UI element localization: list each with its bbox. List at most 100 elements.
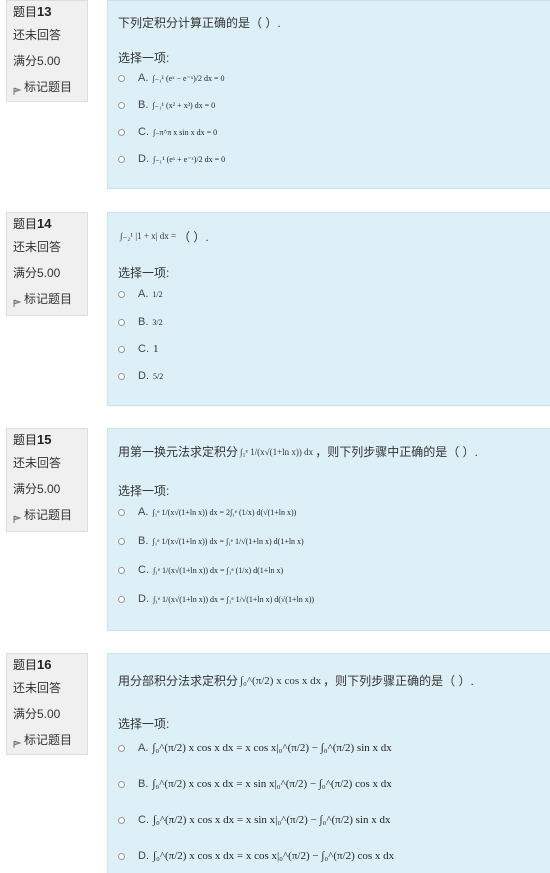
radio-button[interactable] [118,345,125,353]
option-b[interactable]: B. ∫₋₁¹ (x² + x³) dx = 0 [118,99,215,111]
option-formula: ∫₀^(π/2) x cos x dx = x cos x|₀^(π/2) − … [153,850,395,862]
question-text: 用分部积分法求定积分 ∫₀^(π/2) x cos x dx ，则下列步骤正确的… [118,672,474,689]
question-number: 题目13 [13,4,52,20]
option-a[interactable]: A. 1/2 [118,288,163,300]
radio-button[interactable] [118,290,125,298]
question-text-tail: ，则下列步骤正确的是（ ）. [323,674,474,688]
question-content: 下列定积分计算正确的是（ ）. 选择一项: A. ∫₋₁¹ (eˣ − e⁻ˣ)/… [107,0,550,189]
option-c[interactable]: C. ∫₀^(π/2) x cos x dx = x sin x|₀^(π/2) … [118,814,391,826]
question-text-head: 用分部积分法求定积分 [118,674,239,688]
option-formula: ∫₀^(π/2) x cos x dx = x cos x|₀^(π/2) − … [152,742,392,754]
flag-icon [13,87,22,95]
flag-question-link[interactable]: 标记题目 [13,733,81,748]
question-content: 用分部积分法求定积分 ∫₀^(π/2) x cos x dx ，则下列步骤正确的… [107,653,550,873]
option-b[interactable]: B. ∫₀^(π/2) x cos x dx = x sin x|₀^(π/2) … [118,778,392,790]
radio-button[interactable] [118,74,125,82]
option-label: B. [138,316,149,328]
flag-label: 标记题目 [24,733,73,747]
radio-button[interactable] [118,595,125,603]
option-d[interactable]: D. 5/2 [118,370,163,382]
option-formula: 1/2 [152,289,163,299]
option-formula: 1 [153,343,159,355]
option-label: A. [138,288,149,300]
answer-prompt: 选择一项: [118,266,170,280]
radio-button[interactable] [118,155,125,163]
question-text-tail: （ ）. [178,230,209,244]
flag-question-link[interactable]: 标记题目 [13,508,81,523]
option-formula: ∫₋₁¹ (eˣ + e⁻ˣ)/2 dx = 0 [153,154,226,164]
option-formula: ∫₁ᵉ 1/(x√(1+ln x)) dx = ∫₁ᵉ 1/√(1+ln x) … [152,536,304,546]
radio-button[interactable] [118,566,125,574]
option-d[interactable]: D. ∫₁ᵉ 1/(x√(1+ln x)) dx = ∫₁ᵉ 1/√(1+ln x… [118,593,314,605]
option-a[interactable]: A. ∫₋₁¹ (eˣ − e⁻ˣ)/2 dx = 0 [118,72,225,84]
radio-button[interactable] [118,537,125,545]
option-label: B. [138,99,149,111]
option-b[interactable]: B. 3/2 [118,316,163,328]
option-b[interactable]: B. ∫₁ᵉ 1/(x√(1+ln x)) dx = ∫₁ᵉ 1/√(1+ln x… [118,535,304,547]
question-info: 题目14 还未回答 满分5.00 标记题目 [6,212,88,316]
question-info: 题目16 还未回答 满分5.00 标记题目 [6,653,88,755]
option-label: A. [138,742,149,754]
question-number: 题目16 [13,657,52,673]
radio-button[interactable] [118,744,125,752]
question-text: ∫₋₂¹ |1 + x| dx = （ ）. [118,228,209,245]
question-text-head: 用第一换元法求定积分 [118,445,239,459]
flag-label: 标记题目 [24,292,73,306]
flag-question-link[interactable]: 标记题目 [13,292,81,307]
radio-button[interactable] [118,372,125,380]
question-number: 题目14 [13,216,52,232]
question-mark: 满分5.00 [13,707,61,721]
option-label: C. [138,126,149,138]
option-d[interactable]: D. ∫₋₁¹ (eˣ + e⁻ˣ)/2 dx = 0 [118,153,225,165]
flag-label: 标记题目 [24,80,73,94]
option-a[interactable]: A. ∫₀^(π/2) x cos x dx = x cos x|₀^(π/2) … [118,742,392,754]
radio-button[interactable] [118,816,125,824]
radio-button[interactable] [118,128,125,136]
answer-prompt: 选择一项: [118,51,170,65]
option-c[interactable]: C. 1 [118,343,159,355]
flag-icon [13,515,22,523]
option-c[interactable]: C. ∫₁ᵉ 1/(x√(1+ln x)) dx = ∫₁ᵉ (1/x) d(1+… [118,564,283,576]
question-text: 下列定积分计算正确的是（ ）. [118,16,281,30]
question-text: 用第一换元法求定积分 ∫₁ᵉ 1/(x√(1+ln x)) dx ，则下列步骤中… [118,443,478,460]
option-label: D. [138,593,149,605]
radio-button[interactable] [118,318,125,326]
option-d[interactable]: D. ∫₀^(π/2) x cos x dx = x cos x|₀^(π/2) … [118,850,394,862]
option-label: B. [138,778,149,790]
option-formula: ∫₀^(π/2) x cos x dx = x sin x|₀^(π/2) − … [152,778,392,790]
radio-button[interactable] [118,852,125,860]
question-status: 还未回答 [13,456,62,470]
question-formula: ∫₀^(π/2) x cos x dx [240,674,322,687]
option-label: B. [138,535,149,547]
option-formula: 5/2 [153,371,164,381]
option-formula: ∫₋₁¹ (eˣ − e⁻ˣ)/2 dx = 0 [152,73,225,83]
question-text-tail: ，则下列步骤中正确的是（ ）. [315,445,478,459]
flag-icon [13,299,22,307]
question-mark: 满分5.00 [13,482,61,496]
flag-question-link[interactable]: 标记题目 [13,80,81,95]
radio-button[interactable] [118,780,125,788]
radio-button[interactable] [118,101,125,109]
option-formula: ∫₀^(π/2) x cos x dx = x sin x|₀^(π/2) − … [153,814,391,826]
question-formula: ∫₋₂¹ |1 + x| dx = [120,231,177,241]
question-info: 题目15 还未回答 满分5.00 标记题目 [6,428,88,532]
question-content: ∫₋₂¹ |1 + x| dx = （ ）. 选择一项: A. 1/2 B. 3/2… [107,212,550,406]
option-formula: ∫₋₁¹ (x² + x³) dx = 0 [152,100,216,110]
option-formula: 3/2 [152,317,163,327]
option-label: C. [138,343,149,355]
flag-icon [13,740,22,748]
option-label: A. [138,72,149,84]
option-c[interactable]: C. ∫₋π^π x sin x dx = 0 [118,126,217,138]
option-label: C. [138,564,149,576]
option-a[interactable]: A. ∫₁ᵉ 1/(x√(1+ln x)) dx = 2∫₁ᵉ (1/x) d(√… [118,506,296,518]
question-mark: 满分5.00 [13,266,61,280]
question-status: 还未回答 [13,240,62,254]
radio-button[interactable] [118,508,125,516]
option-formula: ∫₁ᵉ 1/(x√(1+ln x)) dx = ∫₁ᵉ (1/x) d(1+ln… [153,565,284,575]
question-content: 用第一换元法求定积分 ∫₁ᵉ 1/(x√(1+ln x)) dx ，则下列步骤中… [107,428,550,631]
question-status: 还未回答 [13,28,62,42]
option-formula: ∫₁ᵉ 1/(x√(1+ln x)) dx = 2∫₁ᵉ (1/x) d(√(1… [152,507,297,517]
option-formula: ∫₁ᵉ 1/(x√(1+ln x)) dx = ∫₁ᵉ 1/√(1+ln x) … [153,594,315,604]
option-label: C. [138,814,149,826]
option-label: D. [138,370,149,382]
